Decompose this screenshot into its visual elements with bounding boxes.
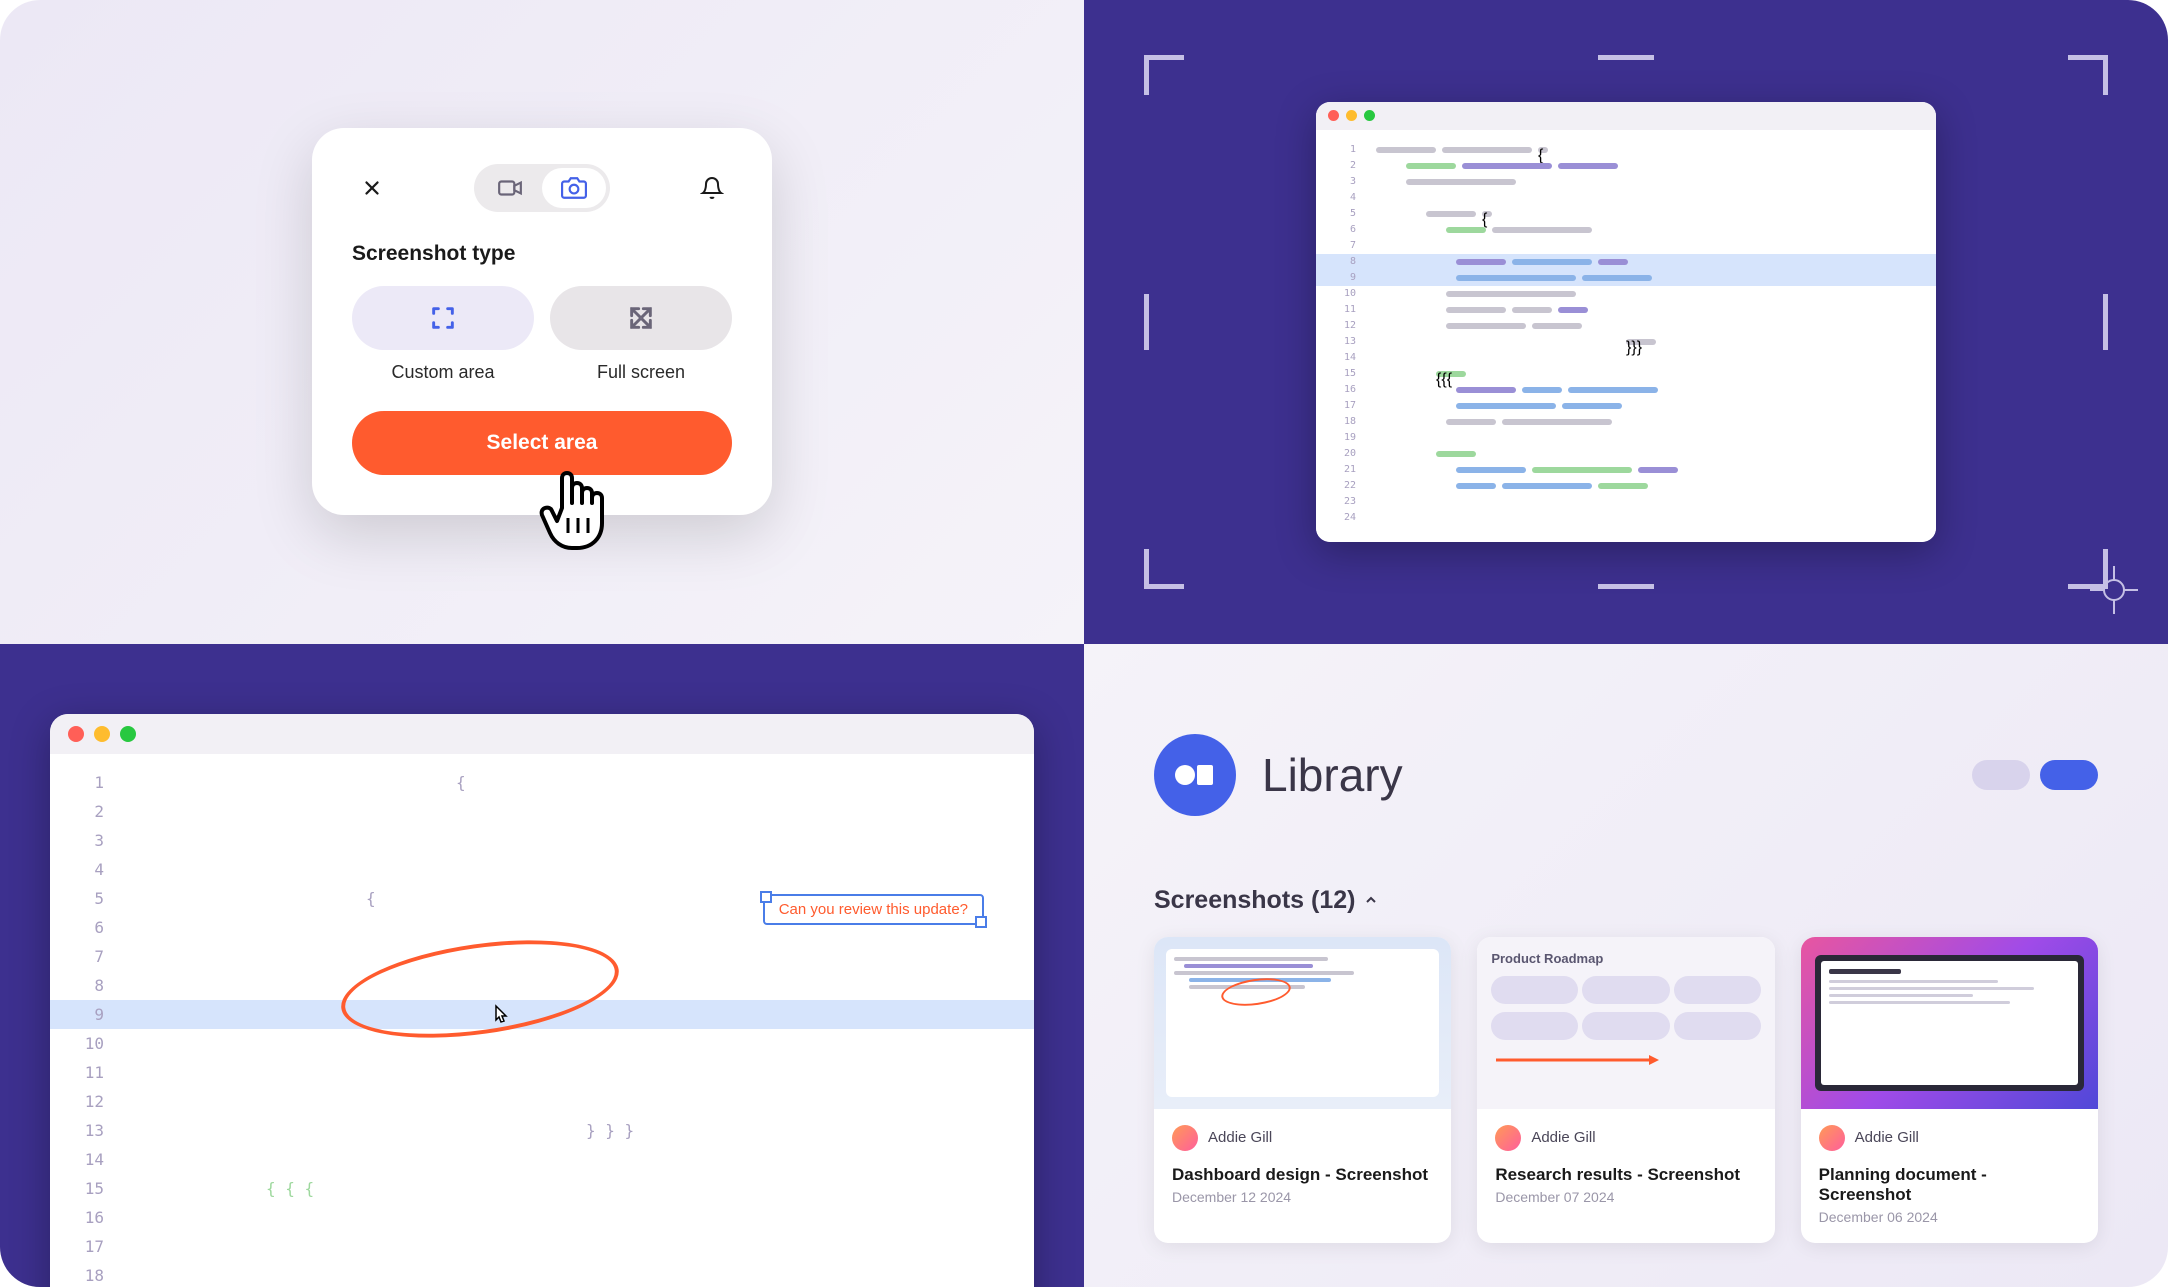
card-thumbnail: Product Roadmap xyxy=(1477,937,1774,1109)
author-name: Addie Gill xyxy=(1531,1129,1595,1146)
card-title: Research results - Screenshot xyxy=(1495,1165,1756,1185)
crop-handle-bottom[interactable] xyxy=(1598,584,1654,589)
crop-handle-bl[interactable] xyxy=(1144,549,1184,589)
screenshot-popup: Screenshot type Custom area Full screen … xyxy=(312,128,772,515)
annotation-comment[interactable]: Can you review this update? xyxy=(763,894,984,925)
crop-handle-right[interactable] xyxy=(2103,294,2108,350)
card-thumbnail xyxy=(1801,937,2098,1109)
thumb-title: Product Roadmap xyxy=(1491,951,1760,966)
code-content: 1{ 2 3 4 5{ 6 7 8 9 10 11 12 13}}} 14 15… xyxy=(1316,130,1936,542)
crosshair-icon xyxy=(2090,566,2138,614)
view-toggle xyxy=(1972,760,2098,790)
window-close-dot[interactable] xyxy=(68,726,84,742)
full-screen-option[interactable] xyxy=(550,286,732,350)
bell-icon xyxy=(700,176,724,200)
library-title: Library xyxy=(1262,748,1403,802)
crop-handle-left[interactable] xyxy=(1144,294,1149,350)
window-titlebar xyxy=(50,714,1034,754)
view-grid-toggle[interactable] xyxy=(2040,760,2098,790)
screenshot-popup-panel: Screenshot type Custom area Full screen … xyxy=(0,0,1084,644)
avatar xyxy=(1819,1125,1845,1151)
avatar xyxy=(1172,1125,1198,1151)
full-screen-label: Full screen xyxy=(597,362,685,383)
crop-handle-tl[interactable] xyxy=(1144,55,1184,95)
crop-handle-tr[interactable] xyxy=(2068,55,2108,95)
card-thumbnail xyxy=(1154,937,1451,1109)
close-icon xyxy=(361,177,383,199)
cursor-hand-icon xyxy=(532,458,622,563)
screenshot-card[interactable]: Addie Gill Dashboard design - Screenshot… xyxy=(1154,937,1451,1243)
crop-icon xyxy=(429,304,457,332)
screenshot-cards: Addie Gill Dashboard design - Screenshot… xyxy=(1154,937,2098,1243)
library-header: Library xyxy=(1154,734,2098,816)
avatar xyxy=(1495,1125,1521,1151)
code-editor-window: 1{ 2 3 4 5{ 6 7 8 9 10 11 12 13}}} 14 15… xyxy=(1316,102,1936,542)
window-minimize-dot[interactable] xyxy=(94,726,110,742)
card-title: Dashboard design - Screenshot xyxy=(1172,1165,1433,1185)
video-mode-button[interactable] xyxy=(478,168,542,208)
close-button[interactable] xyxy=(352,168,392,208)
custom-area-option[interactable] xyxy=(352,286,534,350)
card-date: December 12 2024 xyxy=(1172,1189,1433,1205)
custom-area-label: Custom area xyxy=(391,362,494,383)
annotation-panel: 1{ 2 3 4 5{ 6 7 8 9 10 11 12 13} } } 14 … xyxy=(0,644,1084,1287)
screenshot-card[interactable]: Addie Gill Planning document - Screensho… xyxy=(1801,937,2098,1243)
screenshot-type-label: Screenshot type xyxy=(352,242,732,266)
author-name: Addie Gill xyxy=(1208,1129,1272,1146)
code-content: 1{ 2 3 4 5{ 6 7 8 9 10 11 12 13} } } 14 … xyxy=(50,754,1034,1287)
type-options: Custom area Full screen xyxy=(352,286,732,383)
author-name: Addie Gill xyxy=(1855,1129,1919,1146)
screenshot-card[interactable]: Product Roadmap Addie Gill Re xyxy=(1477,937,1774,1243)
expand-icon xyxy=(627,304,655,332)
video-icon xyxy=(497,175,523,201)
annotated-code-window: 1{ 2 3 4 5{ 6 7 8 9 10 11 12 13} } } 14 … xyxy=(50,714,1034,1287)
capture-area-panel: 1{ 2 3 4 5{ 6 7 8 9 10 11 12 13}}} 14 15… xyxy=(1084,0,2168,644)
card-title: Planning document - Screenshot xyxy=(1819,1165,2080,1205)
section-label: Screenshots (12) xyxy=(1154,886,1355,915)
card-date: December 07 2024 xyxy=(1495,1189,1756,1205)
chevron-up-icon xyxy=(1363,892,1379,908)
screenshots-section-header[interactable]: Screenshots (12) xyxy=(1154,886,2098,915)
cursor-icon xyxy=(490,1004,512,1035)
library-icon xyxy=(1154,734,1236,816)
window-maximize-dot[interactable] xyxy=(120,726,136,742)
camera-icon xyxy=(561,175,587,201)
card-date: December 06 2024 xyxy=(1819,1209,2080,1225)
camera-mode-button[interactable] xyxy=(542,168,606,208)
popup-header xyxy=(352,164,732,212)
library-panel: Library Screenshots (12) xyxy=(1084,644,2168,1287)
view-list-toggle[interactable] xyxy=(1972,760,2030,790)
crop-handle-top[interactable] xyxy=(1598,55,1654,60)
capture-mode-toggle xyxy=(474,164,610,212)
notifications-button[interactable] xyxy=(692,168,732,208)
